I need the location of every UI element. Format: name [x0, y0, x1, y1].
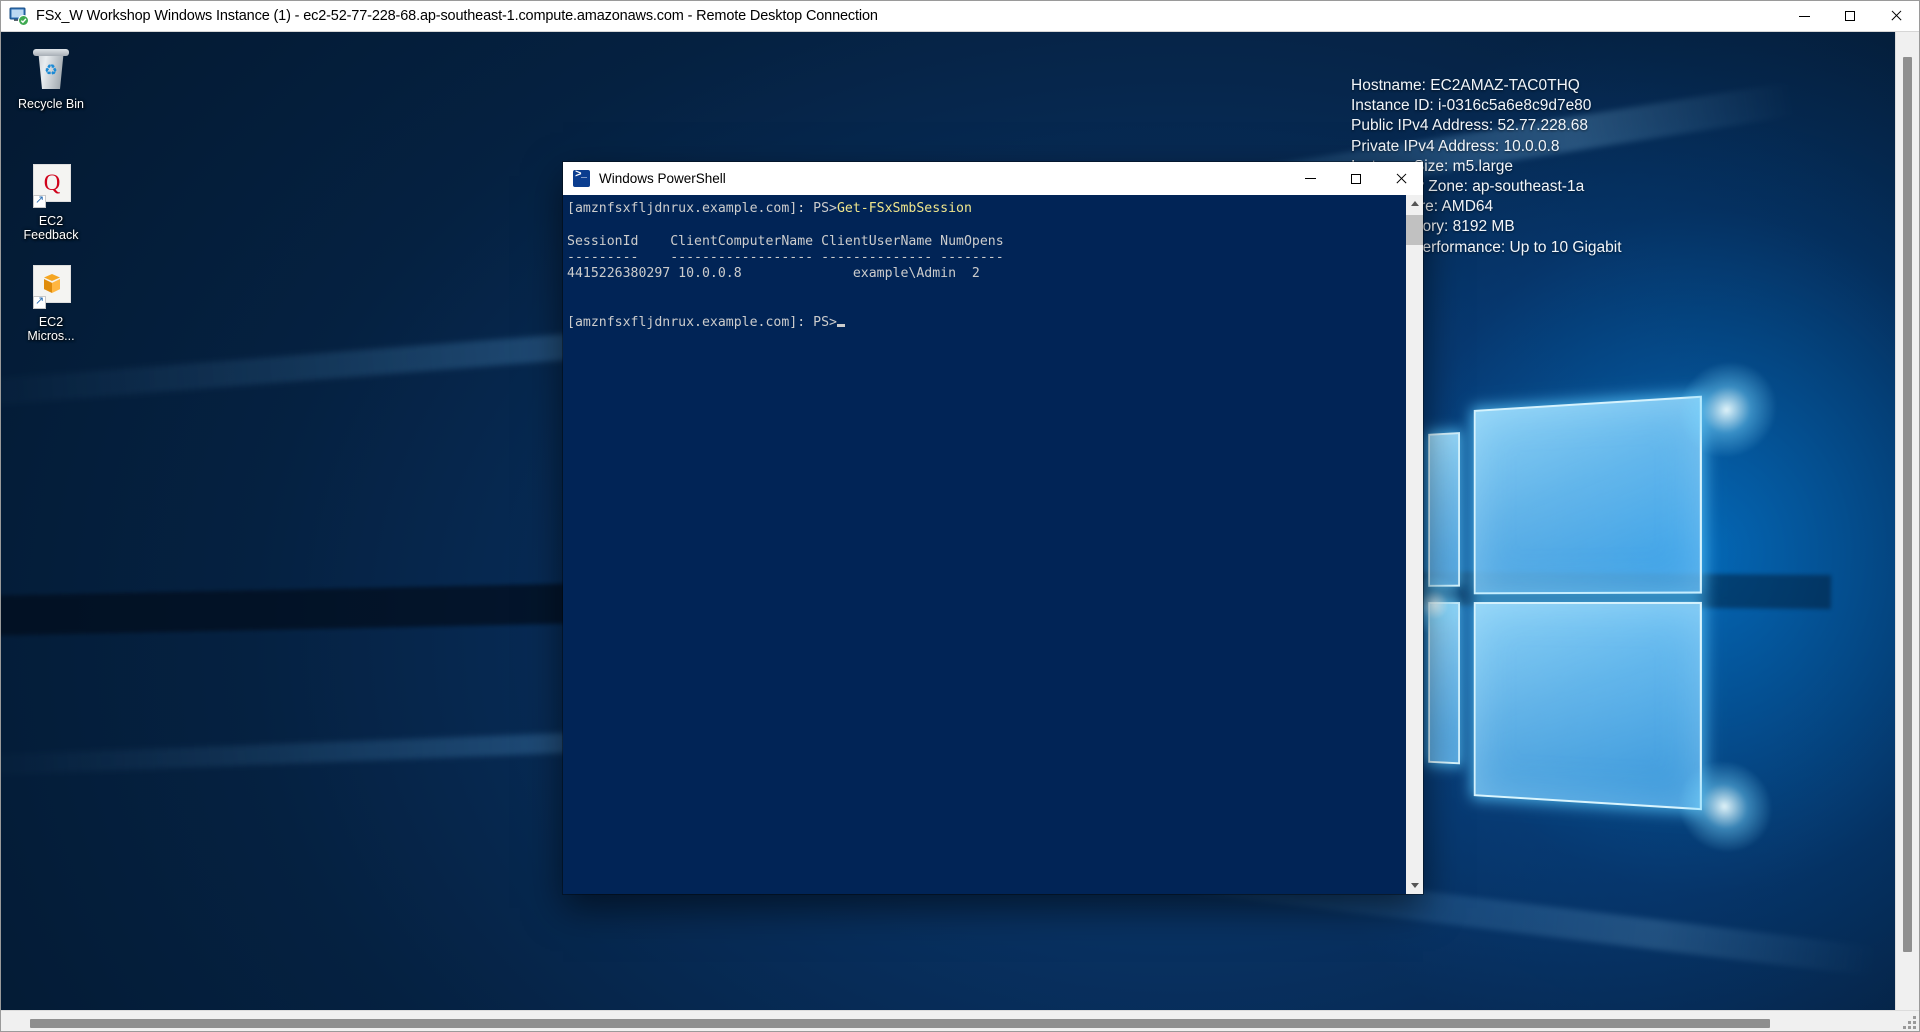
console-blank — [567, 299, 575, 314]
rdp-vertical-scrollbar[interactable] — [1895, 32, 1919, 1010]
bginfo-availability-zone: Availability Zone: ap-southeast-1a — [1351, 178, 1585, 196]
powershell-body: [amznfsxfljdnrux.example.com]: PS>Get-FS… — [563, 195, 1423, 894]
powershell-scrollbar-thumb[interactable] — [1406, 215, 1423, 245]
recycle-bin-icon: ♻ — [27, 45, 75, 93]
remote-session-viewport[interactable]: ♻ Recycle Bin Q EC2 Feedback — [1, 32, 1895, 1010]
chevron-up-icon — [1410, 201, 1419, 206]
rdp-titlebar[interactable]: FSx_W Workshop Windows Instance (1) - ec… — [1, 1, 1919, 31]
chevron-down-icon — [1410, 883, 1419, 888]
desktop-icon-ec2-feedback[interactable]: Q EC2 Feedback — [9, 162, 93, 242]
maximize-icon — [1350, 173, 1361, 184]
rdp-horizontal-scrollbar[interactable] — [1, 1010, 1919, 1031]
rdp-close-button[interactable] — [1873, 1, 1919, 31]
bginfo-instance-id: Instance ID: i-0316c5a6e8c9d7e80 — [1351, 97, 1592, 115]
rdp-window-controls — [1781, 1, 1919, 31]
rdp-horizontal-scrollbar-thumb[interactable] — [30, 1019, 1770, 1028]
logo-pane — [1473, 601, 1702, 811]
console-prompt-2: [amznfsxfljdnrux.example.com]: PS> — [567, 315, 837, 331]
shortcut-arrow-icon — [33, 193, 46, 208]
rdp-maximize-button[interactable] — [1827, 1, 1873, 31]
desktop-icon-label: EC2 Feedback — [23, 214, 79, 242]
powershell-console-output[interactable]: [amznfsxfljdnrux.example.com]: PS>Get-FS… — [563, 195, 1406, 894]
logo-pane — [1473, 395, 1702, 595]
close-icon — [1395, 173, 1407, 185]
close-icon — [1890, 10, 1902, 22]
scroll-down-button[interactable] — [1406, 877, 1423, 894]
shortcut-arrow-icon — [33, 294, 46, 309]
console-blank — [567, 282, 575, 297]
bginfo-total-memory: Total Memory: 8192 MB — [1351, 218, 1515, 236]
powershell-icon — [573, 169, 590, 187]
desktop-icon-ec2-microsoft[interactable]: EC2 Micros... — [9, 263, 93, 343]
powershell-maximize-button[interactable] — [1333, 162, 1378, 195]
logo-flare — [1678, 759, 1772, 855]
bginfo-architecture: Architecture: AMD64 — [1351, 198, 1494, 216]
bginfo-overlay: Hostname: EC2AMAZ-TAC0THQ Instance ID: i… — [1351, 76, 1891, 258]
powershell-title: Windows PowerShell — [599, 171, 726, 186]
remote-desktop-window: FSx_W Workshop Windows Instance (1) - ec… — [0, 0, 1920, 1032]
ec2-microsoft-icon — [27, 263, 75, 311]
rdp-client-area: ♻ Recycle Bin Q EC2 Feedback — [1, 31, 1919, 1010]
bginfo-private-ipv4: Private IPv4 Address: 10.0.0.8 — [1351, 137, 1560, 155]
powershell-titlebar[interactable]: Windows PowerShell — [563, 162, 1423, 195]
rdp-minimize-button[interactable] — [1781, 1, 1827, 31]
console-table-row: 4415226380297 10.0.0.8 example\Admin 2 — [567, 266, 980, 282]
maximize-icon — [1845, 11, 1855, 21]
remote-desktop-icon — [9, 6, 29, 26]
powershell-window-controls — [1288, 162, 1423, 195]
powershell-close-button[interactable] — [1378, 162, 1423, 195]
bginfo-hostname: Hostname: EC2AMAZ-TAC0THQ — [1351, 77, 1580, 94]
desktop-icon-recycle-bin[interactable]: ♻ Recycle Bin — [9, 45, 93, 111]
rdp-vertical-scrollbar-thumb[interactable] — [1903, 57, 1912, 952]
minimize-icon — [1305, 178, 1316, 179]
rdp-title: FSx_W Workshop Windows Instance (1) - ec… — [36, 7, 878, 24]
bginfo-public-ipv4: Public IPv4 Address: 52.77.228.68 — [1351, 117, 1588, 135]
logo-flare — [1678, 359, 1776, 460]
scroll-up-button[interactable] — [1406, 195, 1423, 212]
ec2-feedback-icon: Q — [27, 162, 75, 210]
windows-logo-wallpaper — [1406, 359, 1776, 855]
windows-desktop[interactable]: ♻ Recycle Bin Q EC2 Feedback — [1, 32, 1895, 1010]
console-prompt-1: [amznfsxfljdnrux.example.com]: PS> — [567, 201, 837, 216]
powershell-window[interactable]: Windows PowerShell [amznfsxfljdnrux.exam… — [563, 162, 1423, 894]
logo-pane — [1428, 602, 1460, 765]
minimize-icon — [1798, 15, 1810, 17]
desktop-icon-label: Recycle Bin — [18, 97, 84, 111]
console-cursor — [836, 324, 845, 328]
console-blank — [567, 217, 575, 232]
logo-pane — [1428, 432, 1460, 587]
console-table-rule: --------- ------------------ -----------… — [567, 249, 1004, 265]
resize-grip-icon[interactable] — [1902, 1015, 1916, 1029]
powershell-minimize-button[interactable] — [1288, 162, 1333, 195]
console-command: Get-FSxSmbSession — [836, 201, 972, 216]
bginfo-network-performance: Network Performance: Up to 10 Gigabit — [1351, 238, 1622, 256]
powershell-scrollbar[interactable] — [1406, 195, 1423, 894]
bginfo-instance-size: Instance Size: m5.large — [1351, 157, 1513, 175]
desktop-icon-label: EC2 Micros... — [27, 315, 75, 343]
console-table-header: SessionId ClientComputerName ClientUserN… — [567, 233, 1004, 249]
